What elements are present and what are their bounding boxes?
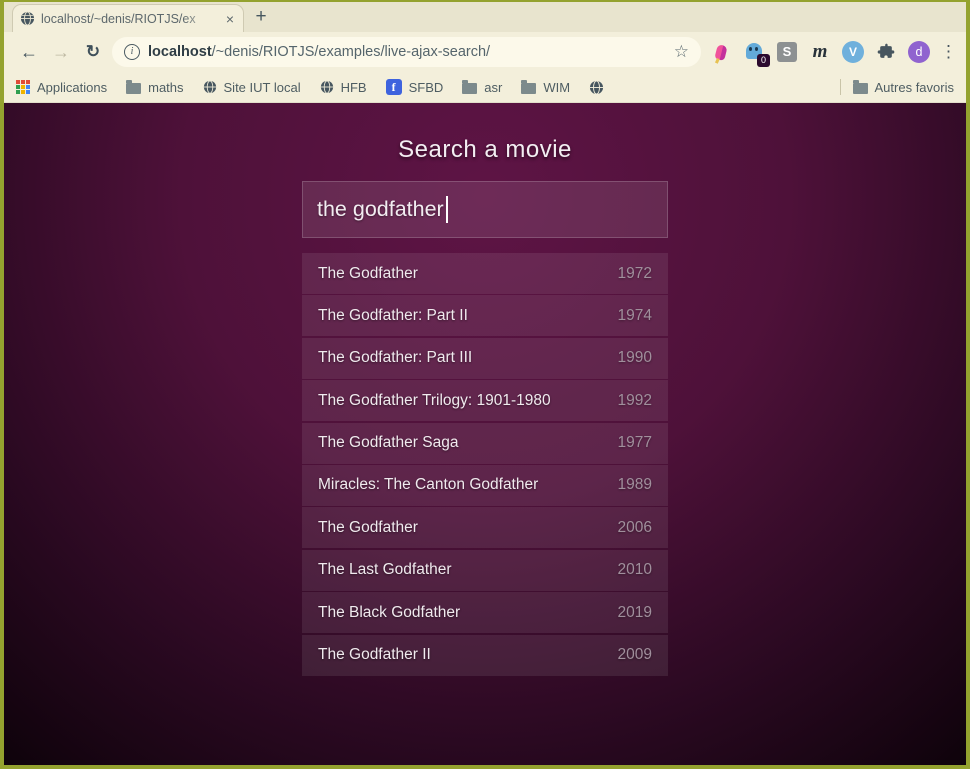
browser-menu-icon[interactable]: ⋮ bbox=[940, 42, 954, 62]
url-path: /~denis/RIOTJS/examples/live-ajax-search… bbox=[212, 44, 490, 60]
browser-tab[interactable]: localhost/~denis/RIOTJS/ex × bbox=[12, 4, 244, 32]
folder-icon bbox=[126, 83, 141, 94]
result-row[interactable]: The Godfather Trilogy: 1901-1980 1992 bbox=[302, 380, 668, 421]
bookmark-hfb[interactable]: HFB bbox=[320, 80, 367, 95]
tab-strip: localhost/~denis/RIOTJS/ex × + bbox=[4, 2, 966, 32]
apps-grid-icon bbox=[16, 80, 30, 94]
forward-icon: → bbox=[46, 42, 76, 63]
window-frame: localhost/~denis/RIOTJS/ex × + ← → ↻ i l… bbox=[0, 0, 970, 769]
result-row[interactable]: The Godfather: Part II 1974 bbox=[302, 295, 668, 336]
bookmark-folder-maths[interactable]: maths bbox=[126, 80, 183, 95]
address-bar[interactable]: i localhost/~denis/RIOTJS/examples/live-… bbox=[112, 37, 701, 67]
search-app: Search a movie the godfather The Godfath… bbox=[302, 103, 668, 676]
s-extension-icon[interactable]: S bbox=[775, 40, 799, 64]
bookmark-folder-asr[interactable]: asr bbox=[462, 80, 502, 95]
ghostery-extension-icon[interactable]: 0 bbox=[742, 40, 766, 64]
globe-icon bbox=[589, 80, 604, 95]
result-row[interactable]: The Godfather: Part III 1990 bbox=[302, 338, 668, 379]
back-icon[interactable]: ← bbox=[14, 42, 44, 63]
results-list: The Godfather 1972 The Godfather: Part I… bbox=[302, 253, 668, 676]
result-row[interactable]: The Godfather II 2009 bbox=[302, 635, 668, 676]
extension-cluster: 0 S m V d ⋮ bbox=[709, 40, 956, 64]
result-row[interactable]: The Last Godfather 2010 bbox=[302, 550, 668, 591]
search-input-value: the godfather bbox=[317, 197, 444, 222]
page-viewport: Search a movie the godfather The Godfath… bbox=[4, 103, 966, 765]
globe-icon bbox=[320, 80, 334, 94]
bookmarks-right-group: Autres favoris bbox=[840, 79, 954, 95]
url-text: localhost/~denis/RIOTJS/examples/live-aj… bbox=[148, 44, 490, 60]
globe-icon bbox=[203, 80, 217, 94]
tab-title: localhost/~denis/RIOTJS/ex bbox=[41, 12, 218, 26]
bookmark-star-icon[interactable]: ☆ bbox=[674, 42, 689, 62]
browser-window: localhost/~denis/RIOTJS/ex × + ← → ↻ i l… bbox=[4, 2, 966, 765]
bookmark-site-iut-local[interactable]: Site IUT local bbox=[203, 80, 301, 95]
bookmarks-separator bbox=[840, 79, 841, 95]
new-tab-button[interactable]: + bbox=[244, 6, 278, 32]
profile-avatar[interactable]: d bbox=[907, 40, 931, 64]
bookmark-applications[interactable]: Applications bbox=[16, 80, 107, 95]
result-row[interactable]: The Godfather 2006 bbox=[302, 507, 668, 548]
bookmark-globe-unlabeled[interactable] bbox=[589, 80, 611, 95]
url-host: localhost bbox=[148, 44, 212, 60]
folder-icon bbox=[521, 83, 536, 94]
popsicle-extension-icon[interactable] bbox=[709, 40, 733, 64]
folder-icon bbox=[853, 83, 868, 94]
extensions-puzzle-icon[interactable] bbox=[874, 40, 898, 64]
globe-favicon bbox=[20, 11, 35, 26]
reload-icon[interactable]: ↻ bbox=[78, 42, 108, 62]
result-row[interactable]: The Godfather 1972 bbox=[302, 253, 668, 294]
v-extension-icon[interactable]: V bbox=[841, 40, 865, 64]
result-row[interactable]: Miracles: The Canton Godfather 1989 bbox=[302, 465, 668, 506]
result-row[interactable]: The Black Godfather 2019 bbox=[302, 592, 668, 633]
search-input[interactable]: the godfather bbox=[302, 181, 668, 238]
browser-toolbar: ← → ↻ i localhost/~denis/RIOTJS/examples… bbox=[4, 32, 966, 72]
bookmarks-bar: Applications maths Site IUT local bbox=[4, 72, 966, 103]
bookmark-other-favorites[interactable]: Autres favoris bbox=[853, 80, 954, 95]
ghostery-badge: 0 bbox=[757, 54, 770, 67]
folder-icon bbox=[462, 83, 477, 94]
page-title: Search a movie bbox=[302, 136, 668, 164]
tab-close-icon[interactable]: × bbox=[224, 12, 236, 26]
m-extension-icon[interactable]: m bbox=[808, 40, 832, 64]
text-caret bbox=[446, 196, 448, 223]
result-row[interactable]: The Godfather Saga 1977 bbox=[302, 423, 668, 464]
bookmark-sfbd[interactable]: f SFBD bbox=[386, 79, 444, 95]
bookmark-folder-wim[interactable]: WIM bbox=[521, 80, 570, 95]
facebook-icon: f bbox=[386, 79, 402, 95]
page-info-icon[interactable]: i bbox=[124, 44, 140, 60]
